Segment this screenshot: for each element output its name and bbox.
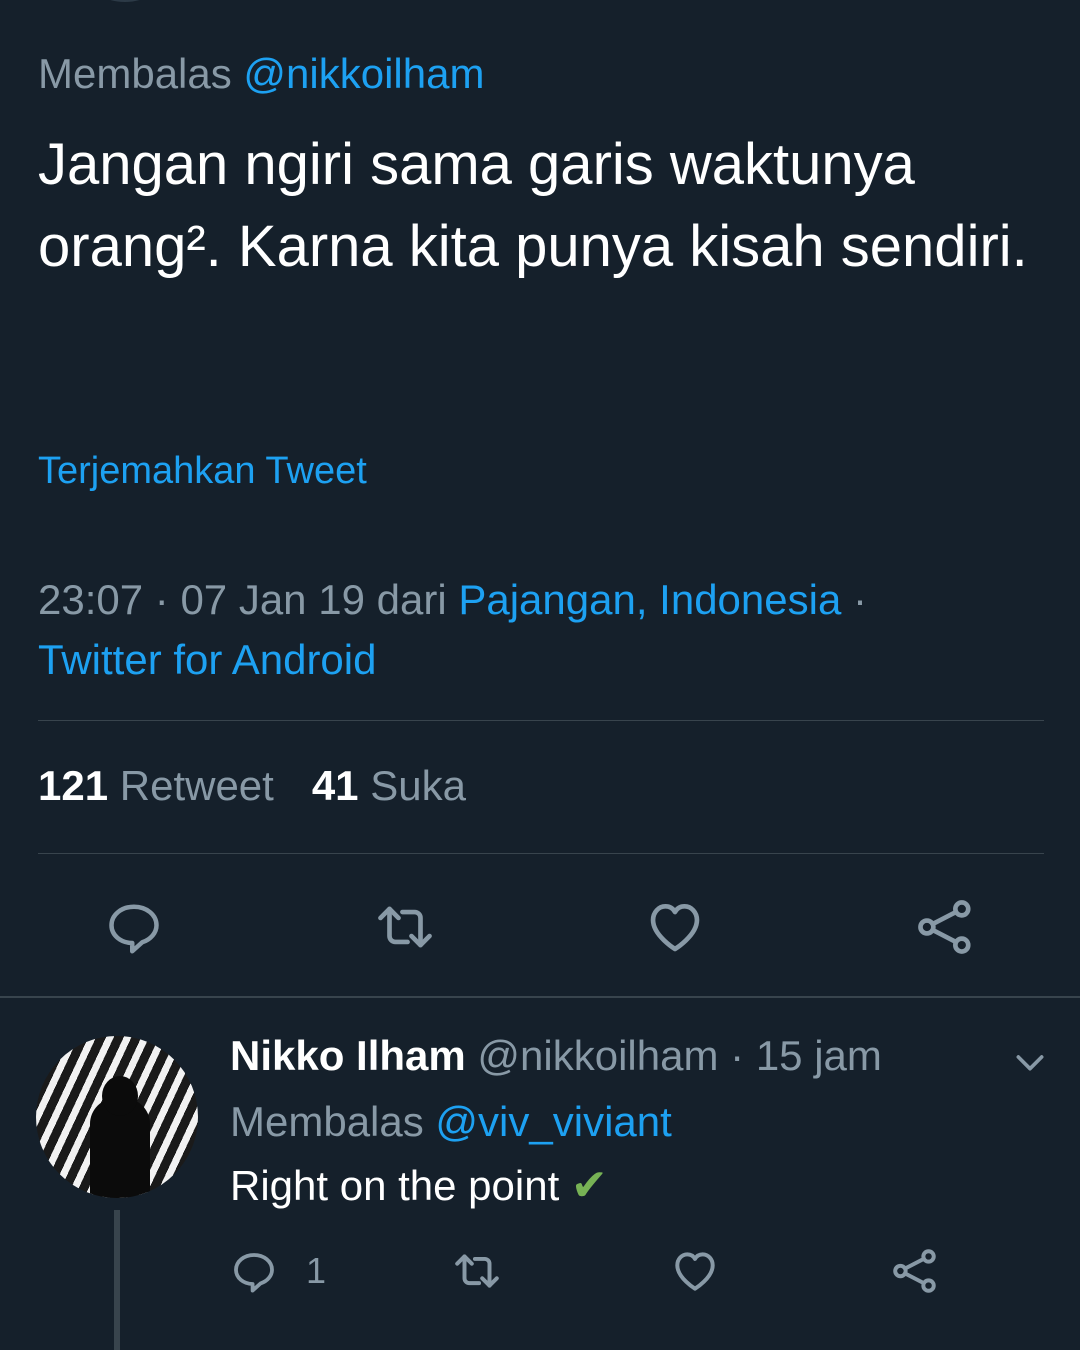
reply-icon[interactable] [230, 1248, 278, 1296]
retweet-icon[interactable] [450, 1246, 504, 1296]
reply-text-body: Right on the point [230, 1162, 560, 1209]
retweet-stat[interactable]: 121 Retweet [38, 762, 274, 809]
replying-to-handle[interactable]: @viv_viviant [435, 1098, 671, 1145]
like-stat[interactable]: 41 Suka [312, 762, 466, 809]
check-mark-emoji: ✔ [570, 1161, 608, 1210]
divider [38, 720, 1044, 721]
like-icon[interactable] [644, 896, 706, 958]
retweet-icon[interactable] [372, 896, 438, 958]
tweet-date: 07 Jan 19 [180, 576, 365, 623]
replying-to-prefix: Membalas [230, 1098, 424, 1145]
tweet-stats: 121 Retweet 41 Suka [38, 762, 466, 810]
replying-to: Membalas @nikkoilham [38, 50, 484, 98]
translate-tweet-link[interactable]: Terjemahkan Tweet [38, 450, 367, 493]
tweet-location[interactable]: Pajangan, Indonesia [458, 576, 841, 623]
reply-author-handle: @nikkoilham [477, 1032, 719, 1079]
reply-author-avatar[interactable] [36, 1036, 198, 1198]
replying-to-handle[interactable]: @nikkoilham [243, 50, 484, 97]
share-icon[interactable] [890, 1246, 940, 1296]
replying-to-prefix: Membalas [38, 50, 232, 97]
chevron-down-icon[interactable] [1010, 1042, 1050, 1082]
tweet-detail-screen: Membalas @nikkoilham Jangan ngiri sama g… [0, 0, 1080, 1350]
author-avatar[interactable] [70, 0, 180, 2]
reply-time: 15 jam [755, 1032, 882, 1079]
reply-author-name[interactable]: Nikko Ilham [230, 1032, 466, 1079]
tweet-source[interactable]: Twitter for Android [38, 636, 376, 683]
reply-icon[interactable] [104, 898, 164, 958]
retweet-label: Retweet [119, 762, 274, 809]
thread-line [114, 1210, 120, 1350]
dari-label: dari [376, 576, 447, 623]
tweet-meta: 23:07 · 07 Jan 19 dari Pajangan, Indones… [38, 576, 867, 683]
like-label: Suka [370, 762, 466, 809]
reply-replying-to: Membalas @viv_viviant [230, 1098, 672, 1146]
like-count: 41 [311, 762, 359, 809]
divider [38, 853, 1044, 854]
reply-count: 1 [306, 1250, 327, 1291]
retweet-count: 121 [38, 762, 109, 809]
avatar-figure-head [102, 1076, 138, 1116]
divider [0, 996, 1080, 998]
tweet-time: 23:07 [38, 576, 144, 623]
reply-header: Nikko Ilham @nikkoilham · 15 jam [230, 1032, 882, 1079]
share-icon[interactable] [914, 896, 976, 958]
like-icon[interactable] [670, 1246, 720, 1296]
reply-text: Right on the point ✔ [230, 1160, 608, 1211]
tweet-text: Jangan ngiri sama garis waktunya orang².… [38, 132, 1028, 279]
